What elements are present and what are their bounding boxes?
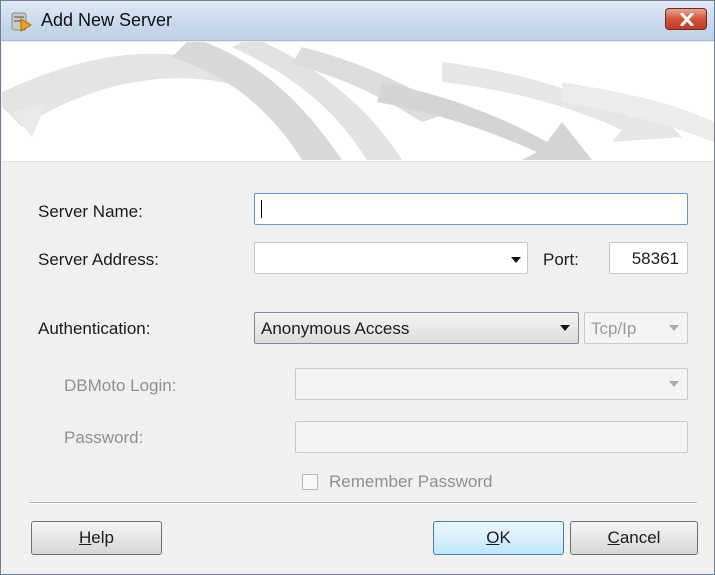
server-name-input[interactable] — [254, 193, 688, 225]
dbmoto-login-label: DBMoto Login: — [64, 376, 177, 395]
close-button[interactable] — [665, 8, 707, 30]
remember-password-label: Remember Password — [329, 472, 493, 491]
title-bar[interactable]: Add New Server — [1, 1, 714, 41]
server-add-icon — [9, 9, 33, 33]
protocol-combobox: Tcp/Ip — [584, 312, 688, 344]
ok-button-label: K — [499, 528, 511, 547]
password-label: Password: — [64, 428, 144, 447]
help-button[interactable]: Help — [31, 521, 162, 555]
authentication-label: Authentication: — [38, 319, 151, 338]
ok-button-mnemonic: O — [486, 528, 500, 547]
authentication-combobox[interactable]: Anonymous Access — [254, 312, 579, 344]
password-input — [295, 421, 688, 453]
authentication-value: Anonymous Access — [261, 319, 410, 338]
window-title: Add New Server — [41, 10, 173, 30]
chevron-down-icon[interactable] — [560, 325, 570, 331]
close-icon — [680, 13, 694, 26]
server-name-label: Server Name: — [38, 202, 143, 221]
help-button-mnemonic: H — [79, 528, 92, 547]
cancel-button-label: ancel — [619, 528, 661, 547]
dbmoto-login-combobox — [295, 368, 688, 400]
chevron-down-icon[interactable] — [511, 257, 521, 263]
server-address-combobox[interactable] — [254, 242, 528, 274]
port-input[interactable]: 58361 — [609, 242, 688, 274]
cancel-button[interactable]: Cancel — [570, 521, 698, 555]
help-button-label: elp — [91, 528, 114, 547]
ok-button[interactable]: OK — [433, 521, 564, 555]
swirl-arrows-graphic — [2, 42, 714, 160]
remember-password-checkbox — [302, 474, 318, 490]
port-value: 58361 — [631, 249, 679, 268]
chevron-down-icon — [669, 325, 679, 331]
separator — [29, 502, 697, 504]
protocol-value: Tcp/Ip — [591, 319, 637, 338]
cancel-button-mnemonic: C — [607, 528, 620, 547]
header-banner — [2, 42, 714, 162]
chevron-down-icon — [669, 381, 679, 387]
add-new-server-dialog: Add New Server Server Name: Server Addre… — [0, 0, 715, 575]
text-caret — [261, 200, 262, 218]
port-label: Port: — [543, 250, 579, 269]
server-address-label: Server Address: — [38, 250, 159, 269]
